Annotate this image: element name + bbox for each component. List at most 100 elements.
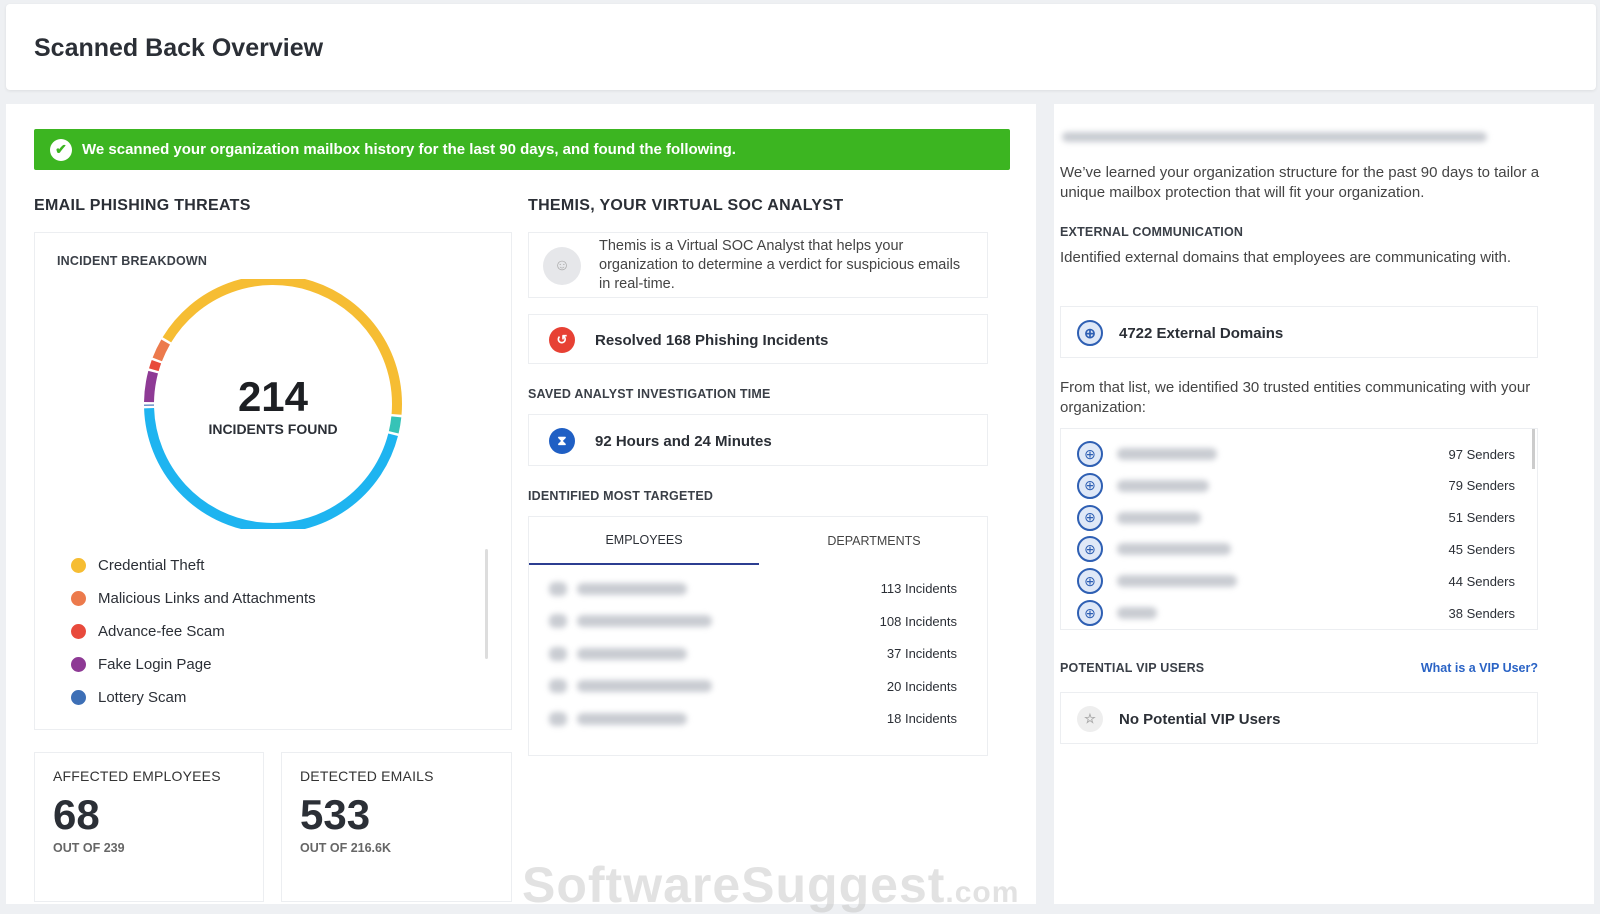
banner-text: We scanned your organization mailbox his… bbox=[82, 141, 736, 158]
sender-count: 44 Senders bbox=[1449, 574, 1516, 589]
incident-breakdown-card: INCIDENT BREAKDOWN 214 INCIDENTS FOUND C… bbox=[34, 232, 512, 730]
targeted-card: EMPLOYEES DEPARTMENTS 113 Incidents 108 I… bbox=[528, 516, 988, 756]
donut-segment[interactable] bbox=[157, 342, 165, 359]
stat-value: 68 bbox=[53, 791, 100, 839]
legend-item: Advance-fee Scam bbox=[71, 615, 316, 648]
redacted-domain bbox=[1117, 607, 1157, 619]
redacted-domain bbox=[1117, 512, 1201, 524]
sender-count: 51 Senders bbox=[1449, 510, 1516, 525]
globe-icon: ⊕ bbox=[1077, 320, 1103, 346]
stat-label: AFFECTED EMPLOYEES bbox=[53, 768, 221, 784]
legend-dot-icon bbox=[71, 558, 86, 573]
redacted-name bbox=[577, 583, 687, 595]
avatar bbox=[549, 614, 567, 628]
redacted-name bbox=[577, 680, 712, 692]
redacted-name bbox=[577, 648, 687, 660]
redacted-domain bbox=[1117, 543, 1231, 555]
legend-label: Lottery Scam bbox=[98, 689, 186, 706]
saved-time-card: ⧗ 92 Hours and 24 Minutes bbox=[528, 414, 988, 466]
sender-count: 97 Senders bbox=[1449, 447, 1516, 462]
legend-item: Fake Login Page bbox=[71, 648, 316, 681]
sender-count: 45 Senders bbox=[1449, 542, 1516, 557]
legend-label: Advance-fee Scam bbox=[98, 623, 225, 640]
incident-count: 108 Incidents bbox=[880, 614, 957, 629]
legend-dot-icon bbox=[71, 690, 86, 705]
resolved-text: Resolved 168 Phishing Incidents bbox=[595, 332, 828, 349]
incidents-total-label: INCIDENTS FOUND bbox=[133, 421, 413, 437]
globe-icon: ⊕ bbox=[1077, 536, 1103, 562]
targeted-label: IDENTIFIED MOST TARGETED bbox=[528, 489, 713, 503]
globe-icon: ⊕ bbox=[1077, 473, 1103, 499]
vip-label: POTENTIAL VIP USERS bbox=[1060, 661, 1204, 675]
redacted-domain bbox=[1117, 480, 1209, 492]
redacted-domain bbox=[1117, 448, 1217, 460]
redacted-name bbox=[577, 615, 712, 627]
legend-dot-icon bbox=[71, 591, 86, 606]
stat-sub: OUT OF 239 bbox=[53, 841, 125, 855]
tab-departments[interactable]: DEPARTMENTS bbox=[759, 517, 989, 565]
trusted-entity-row[interactable]: ⊕79 Senders bbox=[1077, 473, 1515, 499]
incident-count: 37 Incidents bbox=[887, 646, 957, 661]
incident-count: 113 Incidents bbox=[881, 581, 957, 596]
legend-dot-icon bbox=[71, 624, 86, 639]
avatar bbox=[549, 679, 567, 693]
donut-segment[interactable] bbox=[154, 362, 157, 370]
themis-avatar-icon: ☺ bbox=[543, 247, 581, 285]
tab-employees[interactable]: EMPLOYEES bbox=[529, 517, 759, 565]
external-domains-card: ⊕4722 External Domains bbox=[1060, 306, 1538, 358]
redacted-name bbox=[577, 713, 687, 725]
globe-icon: ⊕ bbox=[1077, 441, 1103, 467]
trusted-entity-row[interactable]: ⊕ 38 Senders bbox=[1077, 600, 1515, 626]
trusted-entity-row[interactable]: ⊕ 45 Senders bbox=[1077, 536, 1515, 562]
legend-label: Fake Login Page bbox=[98, 656, 211, 673]
avatar bbox=[549, 712, 567, 726]
employee-row[interactable]: 37 Incidents bbox=[549, 646, 957, 661]
trusted-entity-row[interactable]: ⊕ 97 Senders bbox=[1077, 441, 1515, 467]
employee-row[interactable]: 18 Incidents bbox=[549, 711, 957, 726]
saved-time-text: 92 Hours and 24 Minutes bbox=[595, 433, 772, 450]
resolved-icon: ↺ bbox=[549, 327, 575, 353]
resolved-card: ↺ Resolved 168 Phishing Incidents bbox=[528, 314, 988, 364]
legend-scrollbar[interactable] bbox=[485, 549, 488, 659]
legend-dot-icon bbox=[71, 657, 86, 672]
globe-icon: ⊕ bbox=[1077, 568, 1103, 594]
scan-banner: ✔We scanned your organization mailbox hi… bbox=[34, 129, 1010, 170]
redacted-org-title bbox=[1062, 132, 1487, 142]
affected-employees-card: AFFECTED EMPLOYEES 68 OUT OF 239 bbox=[34, 752, 264, 902]
incidents-total: 214 bbox=[133, 373, 413, 421]
globe-icon: ⊕ bbox=[1077, 600, 1103, 626]
trusted-entity-row[interactable]: ⊕ 51 Senders bbox=[1077, 505, 1515, 531]
avatar bbox=[549, 582, 567, 596]
intro-text: We’ve learned your organization structur… bbox=[1060, 163, 1540, 203]
incident-count: 18 Incidents bbox=[887, 711, 957, 726]
watermark: SoftwareSuggest.com bbox=[522, 856, 1019, 914]
vip-card: ☆ No Potential VIP Users bbox=[1060, 692, 1538, 744]
stat-sub: OUT OF 216.6K bbox=[300, 841, 391, 855]
legend-label: Malicious Links and Attachments bbox=[98, 590, 316, 607]
employee-row[interactable]: 113 Incidents bbox=[549, 581, 957, 596]
right-panel: We’ve learned your organization structur… bbox=[1054, 104, 1594, 904]
hourglass-icon: ⧗ bbox=[549, 428, 575, 454]
trusted-entity-row[interactable]: ⊕ 44 Senders bbox=[1077, 568, 1515, 594]
external-comm-label: EXTERNAL COMMUNICATION bbox=[1060, 225, 1243, 239]
legend-item: Lottery Scam bbox=[71, 681, 316, 714]
page-title: Scanned Back Overview bbox=[34, 34, 323, 63]
globe-icon: ⊕ bbox=[1077, 505, 1103, 531]
vip-user-icon: ☆ bbox=[1077, 706, 1103, 732]
left-panel: ✔We scanned your organization mailbox hi… bbox=[6, 104, 1036, 904]
redacted-domain bbox=[1117, 575, 1237, 587]
employee-row[interactable]: 20 Incidents bbox=[549, 679, 957, 694]
legend-item: Credential Theft bbox=[71, 549, 316, 582]
legend-item: Malicious Links and Attachments bbox=[71, 582, 316, 615]
employee-row[interactable]: 108 Incidents bbox=[549, 614, 957, 629]
list-scrollbar[interactable] bbox=[1532, 429, 1535, 469]
vip-value: No Potential VIP Users bbox=[1119, 711, 1280, 728]
page-header: Scanned Back Overview bbox=[6, 4, 1596, 90]
sender-count: 38 Senders bbox=[1449, 606, 1516, 621]
legend-label: Credential Theft bbox=[98, 557, 204, 574]
vip-help-link[interactable]: What is a VIP User? bbox=[1421, 661, 1538, 675]
themis-card: ☺ Themis is a Virtual SOC Analyst that h… bbox=[528, 232, 988, 298]
phishing-title: EMAIL PHISHING THREATS bbox=[34, 197, 251, 215]
stat-value: 533 bbox=[300, 791, 370, 839]
stat-label: DETECTED EMAILS bbox=[300, 768, 434, 784]
